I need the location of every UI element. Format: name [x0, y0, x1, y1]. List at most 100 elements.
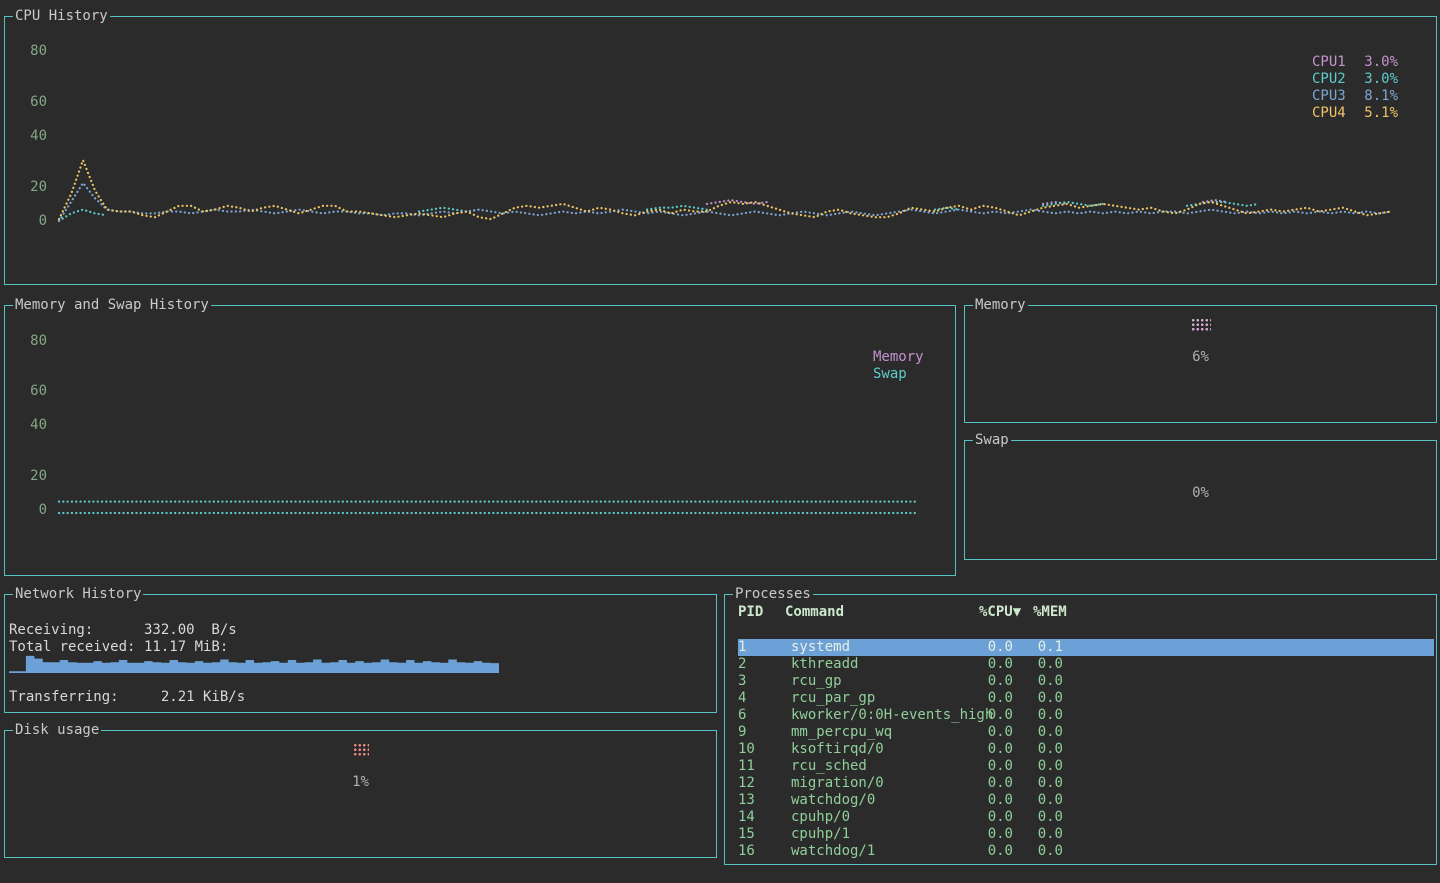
CPU2-history-line [59, 210, 107, 221]
process-command: mm_percpu_wq [791, 724, 892, 741]
CPU2-history-line [1187, 202, 1259, 206]
process-pid: 15 [738, 826, 755, 843]
process-command: migration/0 [791, 775, 884, 792]
process-row[interactable]: 16 watchdog/1 0.00.0 [725, 843, 1436, 860]
column-header-pid[interactable]: PID [738, 604, 763, 621]
network-history-title: Network History [13, 586, 143, 602]
process-mem-percent: 0.0 [1009, 826, 1063, 843]
process-cpu-percent: 0.0 [955, 707, 1013, 724]
CPU1-history-line [707, 200, 767, 204]
process-pid: 16 [738, 843, 755, 860]
cpu-legend-name: CPU4 [1312, 105, 1346, 122]
disk-usage-title: Disk usage [13, 722, 101, 738]
process-row[interactable]: 2 kthreadd 0.00.0 [725, 656, 1436, 673]
process-cpu-percent: 0.0 [955, 775, 1013, 792]
process-cpu-percent: 0.0 [955, 724, 1013, 741]
process-mem-percent: 0.0 [1009, 673, 1063, 690]
receiving-label: Receiving: [9, 622, 144, 639]
process-command: rcu_sched [791, 758, 867, 775]
process-mem-percent: 0.0 [1009, 809, 1063, 826]
process-row[interactable]: 10 ksoftirqd/0 0.00.0 [725, 741, 1436, 758]
process-command: cpuhp/1 [791, 826, 850, 843]
processes-title: Processes [733, 586, 813, 602]
process-command: kthreadd [791, 656, 858, 673]
process-command: ksoftirqd/0 [791, 741, 884, 758]
memswap-legend-item: Memory [873, 349, 924, 366]
process-mem-percent: 0.0 [1009, 656, 1063, 673]
process-row[interactable]: 14cpuhp/00.00.0 [725, 809, 1436, 826]
memswap-legend-item: Swap [873, 366, 924, 383]
cpu-legend-value: 3.0% [1364, 54, 1398, 71]
cpu-legend-value: 5.1% [1364, 105, 1398, 122]
cpu-legend-item: CPU1 3.0% [1312, 54, 1398, 71]
network-transferring-line: Transferring: 2.21 KiB/s [9, 689, 245, 706]
process-pid: 3 [738, 673, 746, 690]
process-mem-percent: 0.0 [1009, 758, 1063, 775]
process-cpu-percent: 0.0 [955, 656, 1013, 673]
column-header-cpu-sort[interactable]: %CPU▼ [979, 604, 1021, 621]
cpu-legend-item: CPU3 8.1% [1312, 88, 1398, 105]
process-command: watchdog/1 [791, 843, 875, 860]
processes-panel: Processes PID Command %CPU▼ %MEM 1system… [724, 594, 1437, 865]
process-pid: 13 [738, 792, 755, 809]
process-mem-percent: 0.0 [1009, 775, 1063, 792]
process-row[interactable]: 13watchdog/00.00.0 [725, 792, 1436, 809]
process-cpu-percent: 0.0 [955, 673, 1013, 690]
process-cpu-percent: 0.0 [955, 690, 1013, 707]
memory-usage-percent: 6% [965, 349, 1436, 366]
process-pid: 2 [738, 656, 746, 673]
network-total-received-line: Total received:11.17 MiB: [9, 639, 228, 656]
process-mem-percent: 0.1 [1009, 639, 1063, 656]
cpu-legend-name: CPU1 [1312, 54, 1346, 71]
process-row[interactable]: 3 rcu_gp 0.00.0 [725, 673, 1436, 690]
process-row[interactable]: 11rcu_sched0.00.0 [725, 758, 1436, 775]
process-mem-percent: 0.0 [1009, 724, 1063, 741]
memory-swap-history-chart [5, 306, 955, 575]
network-receive-sparkline [9, 655, 499, 673]
process-command: rcu_par_gp [791, 690, 875, 707]
process-mem-percent: 0.0 [1009, 792, 1063, 809]
receiving-value: 332.00 B/s [144, 622, 237, 638]
process-row[interactable]: 6kworker/0:0H-events_high0.00.0 [725, 707, 1436, 724]
cpu-legend-name: CPU3 [1312, 88, 1346, 105]
process-row[interactable]: 4rcu_par_gp0.00.0 [725, 690, 1436, 707]
process-cpu-percent: 0.0 [955, 758, 1013, 775]
process-command: cpuhp/0 [791, 809, 850, 826]
process-pid: 1 [738, 639, 746, 656]
swap-usage-percent: 0% [965, 485, 1436, 502]
memory-swap-legend: MemorySwap [873, 349, 924, 383]
process-mem-percent: 0.0 [1009, 690, 1063, 707]
column-header-mem[interactable]: %MEM [1033, 604, 1067, 621]
CPU3-history-line [59, 183, 1391, 221]
disk-usage-percent: 1% [5, 774, 716, 791]
process-row[interactable]: 12migration/00.00.0 [725, 775, 1436, 792]
process-cpu-percent: 0.0 [955, 639, 1013, 656]
cpu-legend-value: 8.1% [1364, 88, 1398, 105]
process-mem-percent: 0.0 [1009, 843, 1063, 860]
process-command: rcu_gp [791, 673, 842, 690]
process-row[interactable]: 15 cpuhp/1 0.00.0 [725, 826, 1436, 843]
process-pid: 6 [738, 707, 746, 724]
CPU4-history-line [59, 160, 1391, 219]
process-command: watchdog/0 [791, 792, 875, 809]
process-row[interactable]: 9 mm_percpu_wq 0.00.0 [725, 724, 1436, 741]
network-history-panel: Network History Receiving:332.00 B/s Tot… [4, 594, 717, 713]
process-cpu-percent: 0.0 [955, 843, 1013, 860]
total-received-value: 11.17 MiB: [144, 639, 228, 655]
process-pid: 10 [738, 741, 755, 758]
disk-usage-panel: Disk usage 1% [4, 730, 717, 858]
process-pid: 9 [738, 724, 746, 741]
process-row[interactable]: 1systemd0.00.1 [725, 639, 1436, 656]
processes-header-row: PID Command %CPU▼ %MEM [725, 604, 1436, 621]
network-receive-area [9, 656, 499, 673]
process-mem-percent: 0.0 [1009, 741, 1063, 758]
memory-gauge-panel: Memory 6% [964, 305, 1437, 423]
process-cpu-percent: 0.0 [955, 826, 1013, 843]
column-header-command[interactable]: Command [785, 604, 844, 621]
process-cpu-percent: 0.0 [955, 809, 1013, 826]
cpu-history-chart [5, 17, 1436, 284]
process-cpu-percent: 0.0 [955, 741, 1013, 758]
process-mem-percent: 0.0 [1009, 707, 1063, 724]
transferring-value: 2.21 KiB/s [144, 689, 245, 705]
cpu-legend-item: CPU23.0% [1312, 71, 1398, 88]
